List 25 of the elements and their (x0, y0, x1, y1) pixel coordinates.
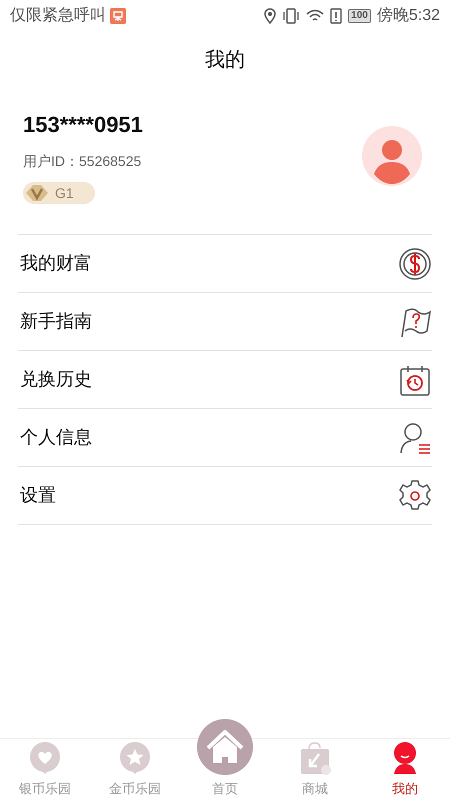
menu-item[interactable]: 个人信息 (18, 409, 432, 467)
diamond-v-icon (25, 184, 49, 202)
shopping-bag-icon (298, 740, 332, 774)
heart-bubble-icon (28, 740, 62, 774)
menu-item[interactable]: 设置 (18, 467, 432, 525)
user-id-text: 用户ID：55268525 (23, 152, 142, 171)
vibrate-icon (282, 8, 300, 24)
location-icon (264, 8, 276, 24)
settings-icon (398, 478, 432, 512)
star-bubble-icon (118, 740, 152, 774)
battery-indicator: 100 (348, 9, 371, 23)
clock-text: 傍晚5:32 (376, 6, 440, 26)
menu-item[interactable]: 我的财富 (18, 235, 432, 293)
page-title: 我的 (205, 48, 245, 73)
carrier-text: 仅限紧急呼叫 (10, 6, 106, 26)
notification-icon (110, 8, 126, 24)
phone-number: 153****0951 (23, 111, 143, 139)
level-badge: G1 (23, 182, 95, 204)
user-list-icon (398, 420, 432, 454)
dollar-coin-icon (398, 246, 432, 280)
tab-item[interactable]: 我的 (360, 739, 450, 800)
avatar[interactable] (362, 126, 422, 186)
sim-alert-icon (330, 8, 342, 24)
menu-item[interactable]: 新手指南 (18, 293, 432, 351)
menu-item[interactable]: 兑换历史 (18, 351, 432, 409)
